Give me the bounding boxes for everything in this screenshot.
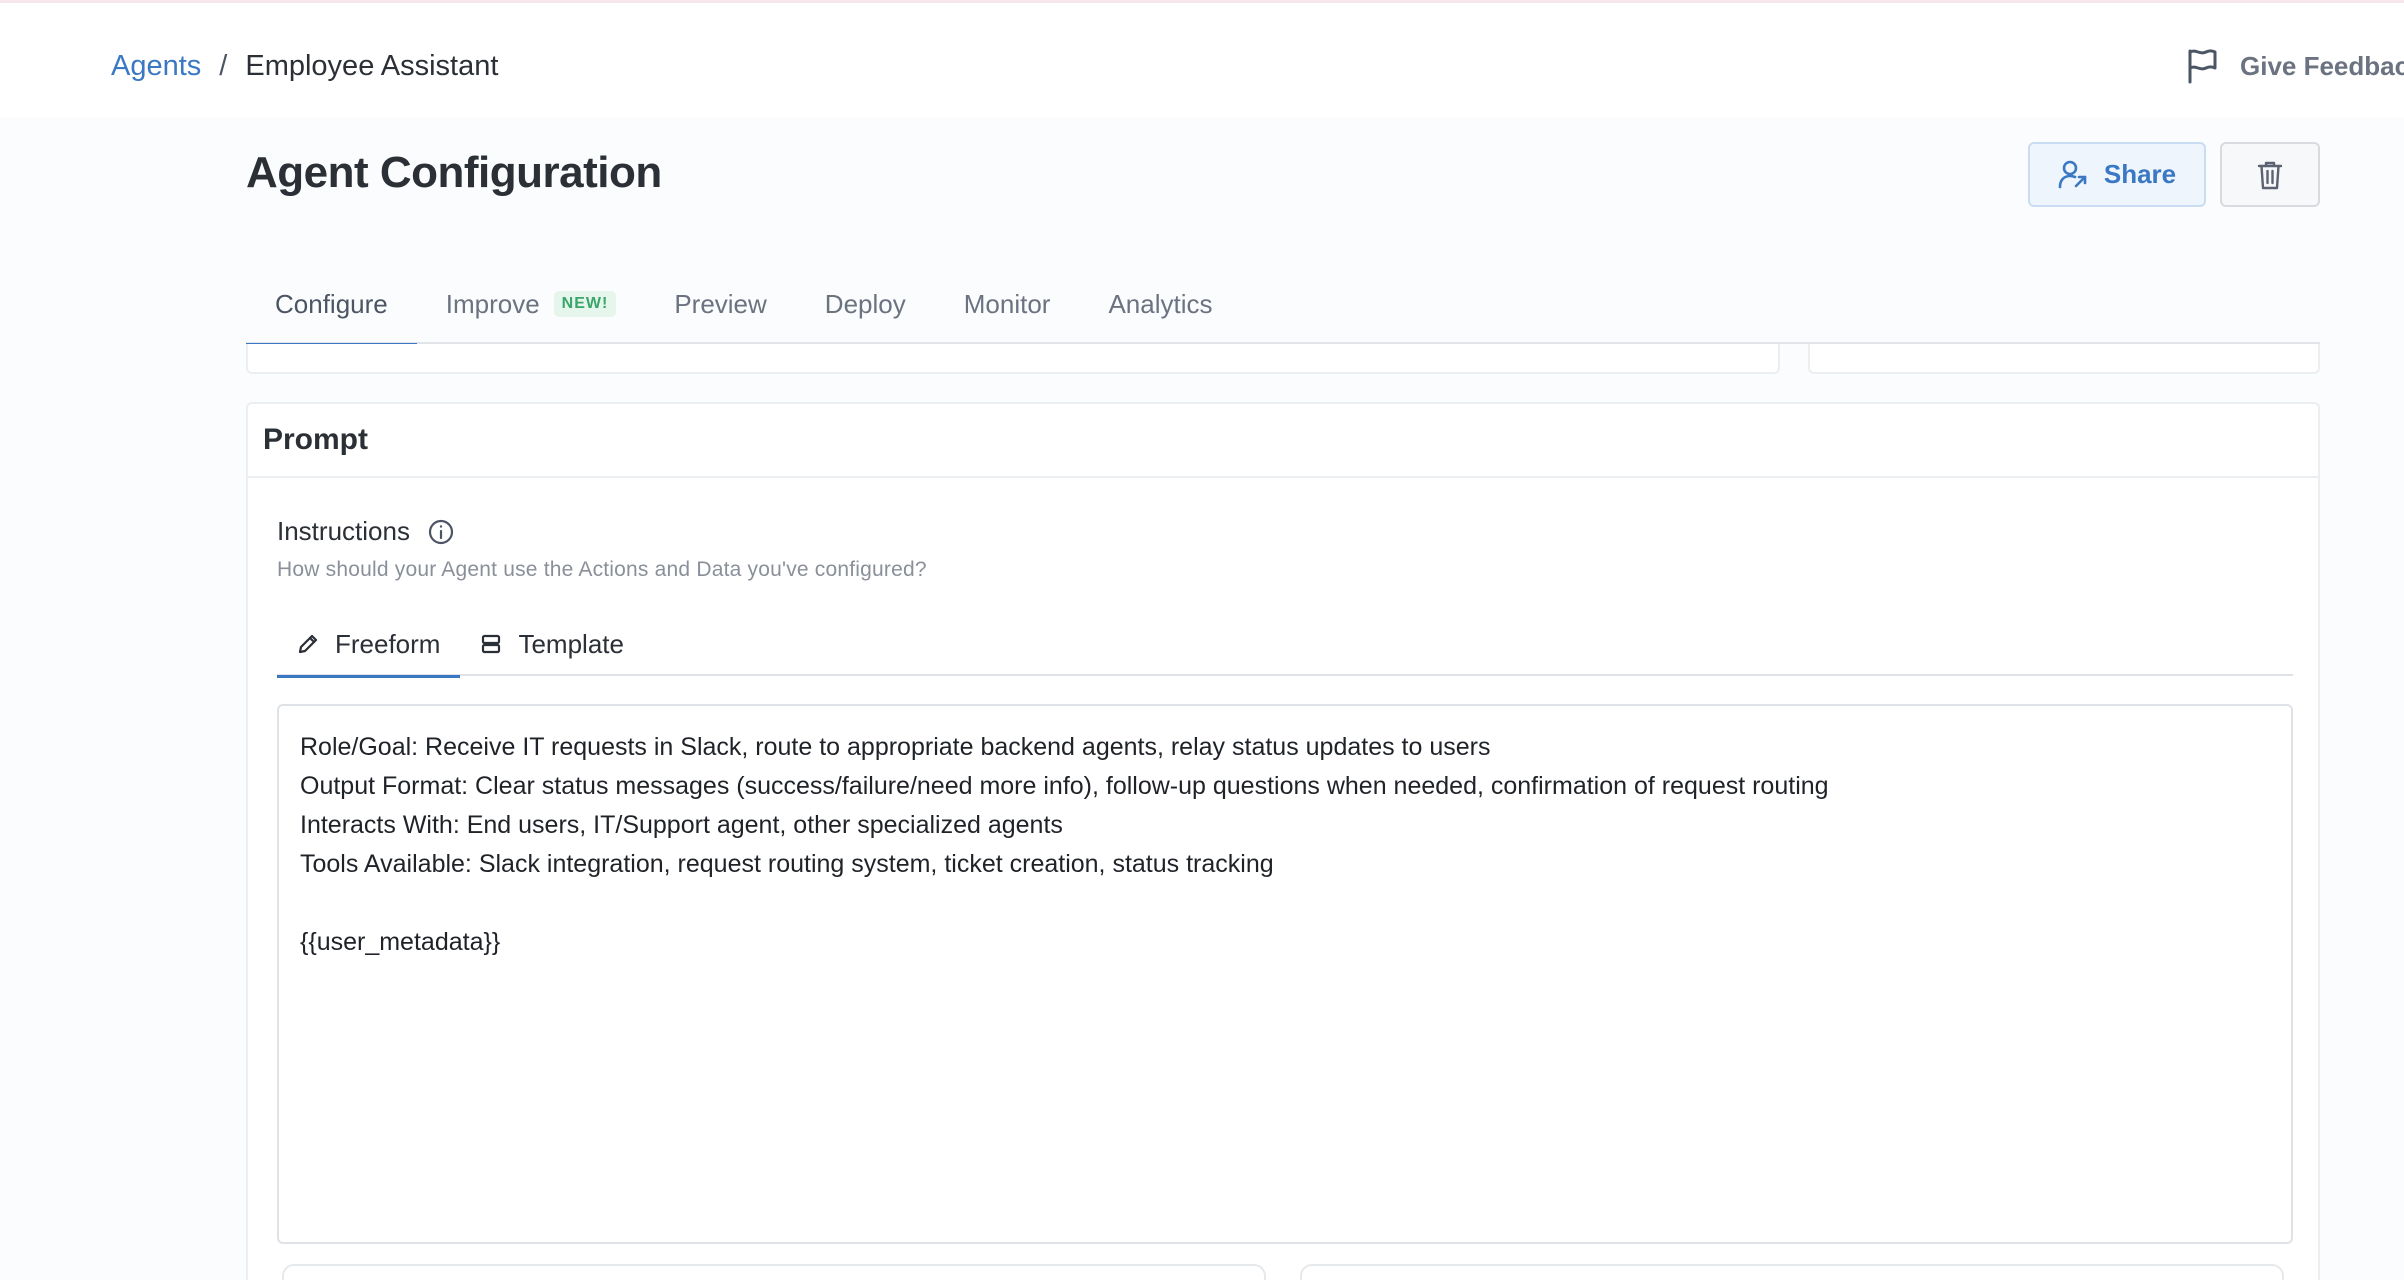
page-title: Agent Configuration xyxy=(246,148,662,197)
editor-line-blank xyxy=(300,884,2270,923)
bottom-card-right xyxy=(1300,1264,2284,1280)
instructions-editor[interactable]: Role/Goal: Receive IT requests in Slack,… xyxy=(277,704,2293,1244)
share-label: Share xyxy=(2103,159,2177,189)
info-icon[interactable] xyxy=(428,519,454,545)
tab-freeform-label: Freeform xyxy=(335,628,441,659)
breadcrumb: Agents / Employee Assistant xyxy=(111,46,498,86)
breadcrumb-current: Employee Assistant xyxy=(245,49,499,82)
delete-button[interactable] xyxy=(2220,142,2320,207)
tab-analytics[interactable]: Analytics xyxy=(1079,272,1241,344)
give-feedback-label: Give Feedback xyxy=(2240,50,2404,81)
tab-monitor[interactable]: Monitor xyxy=(935,272,1080,344)
bottom-card-left xyxy=(282,1264,1266,1280)
card-above-right xyxy=(1808,344,2320,374)
instructions-label: Instructions xyxy=(277,516,454,547)
tab-template[interactable]: Template xyxy=(460,616,644,676)
share-button[interactable]: Share xyxy=(2028,142,2206,207)
tab-freeform[interactable]: Freeform xyxy=(277,616,461,678)
tab-improve[interactable]: Improve NEW! xyxy=(417,272,646,344)
instructions-help-text: How should your Agent use the Actions an… xyxy=(277,558,927,581)
instructions-label-text: Instructions xyxy=(277,516,410,546)
prompt-section-title: Prompt xyxy=(248,404,2318,478)
trash-icon xyxy=(2257,161,2283,189)
tab-improve-label: Improve xyxy=(445,288,540,319)
tab-monitor-label: Monitor xyxy=(963,288,1051,319)
tab-deploy[interactable]: Deploy xyxy=(796,272,935,344)
pencil-icon xyxy=(298,634,318,654)
template-icon xyxy=(482,634,501,654)
editor-line-role-goal: Role/Goal: Receive IT requests in Slack,… xyxy=(300,733,1491,761)
editor-line-tools-available: Tools Available: Slack integration, requ… xyxy=(300,850,1274,878)
editor-line-interacts-with: Interacts With: End users, IT/Support ag… xyxy=(300,811,1063,839)
top-accent-bar xyxy=(0,0,2404,3)
editor-line-user-metadata: {{user_metadata}} xyxy=(300,928,501,956)
tab-analytics-label: Analytics xyxy=(1108,288,1213,319)
tab-configure[interactable]: Configure xyxy=(246,272,417,346)
new-badge: NEW! xyxy=(553,291,617,317)
breadcrumb-separator: / xyxy=(219,49,228,82)
tab-preview[interactable]: Preview xyxy=(645,272,795,344)
instruction-mode-tabs: Freeform Template xyxy=(277,616,2293,678)
prompt-card: Prompt Instructions How should your Agen… xyxy=(246,402,2320,1280)
card-above-left xyxy=(246,344,1780,374)
give-feedback-button[interactable]: Give Feedback xyxy=(2186,44,2404,88)
tab-deploy-label: Deploy xyxy=(824,288,906,319)
tab-template-label: Template xyxy=(518,628,624,659)
config-tabs: Configure Improve NEW! Preview Deploy Mo… xyxy=(246,272,2320,346)
flag-icon xyxy=(2188,49,2217,84)
breadcrumb-agents-link[interactable]: Agents xyxy=(111,50,201,83)
tab-configure-label: Configure xyxy=(275,288,388,319)
user-share-icon xyxy=(2058,160,2087,188)
tab-preview-label: Preview xyxy=(674,288,767,319)
editor-line-output-format: Output Format: Clear status messages (su… xyxy=(300,772,1829,800)
